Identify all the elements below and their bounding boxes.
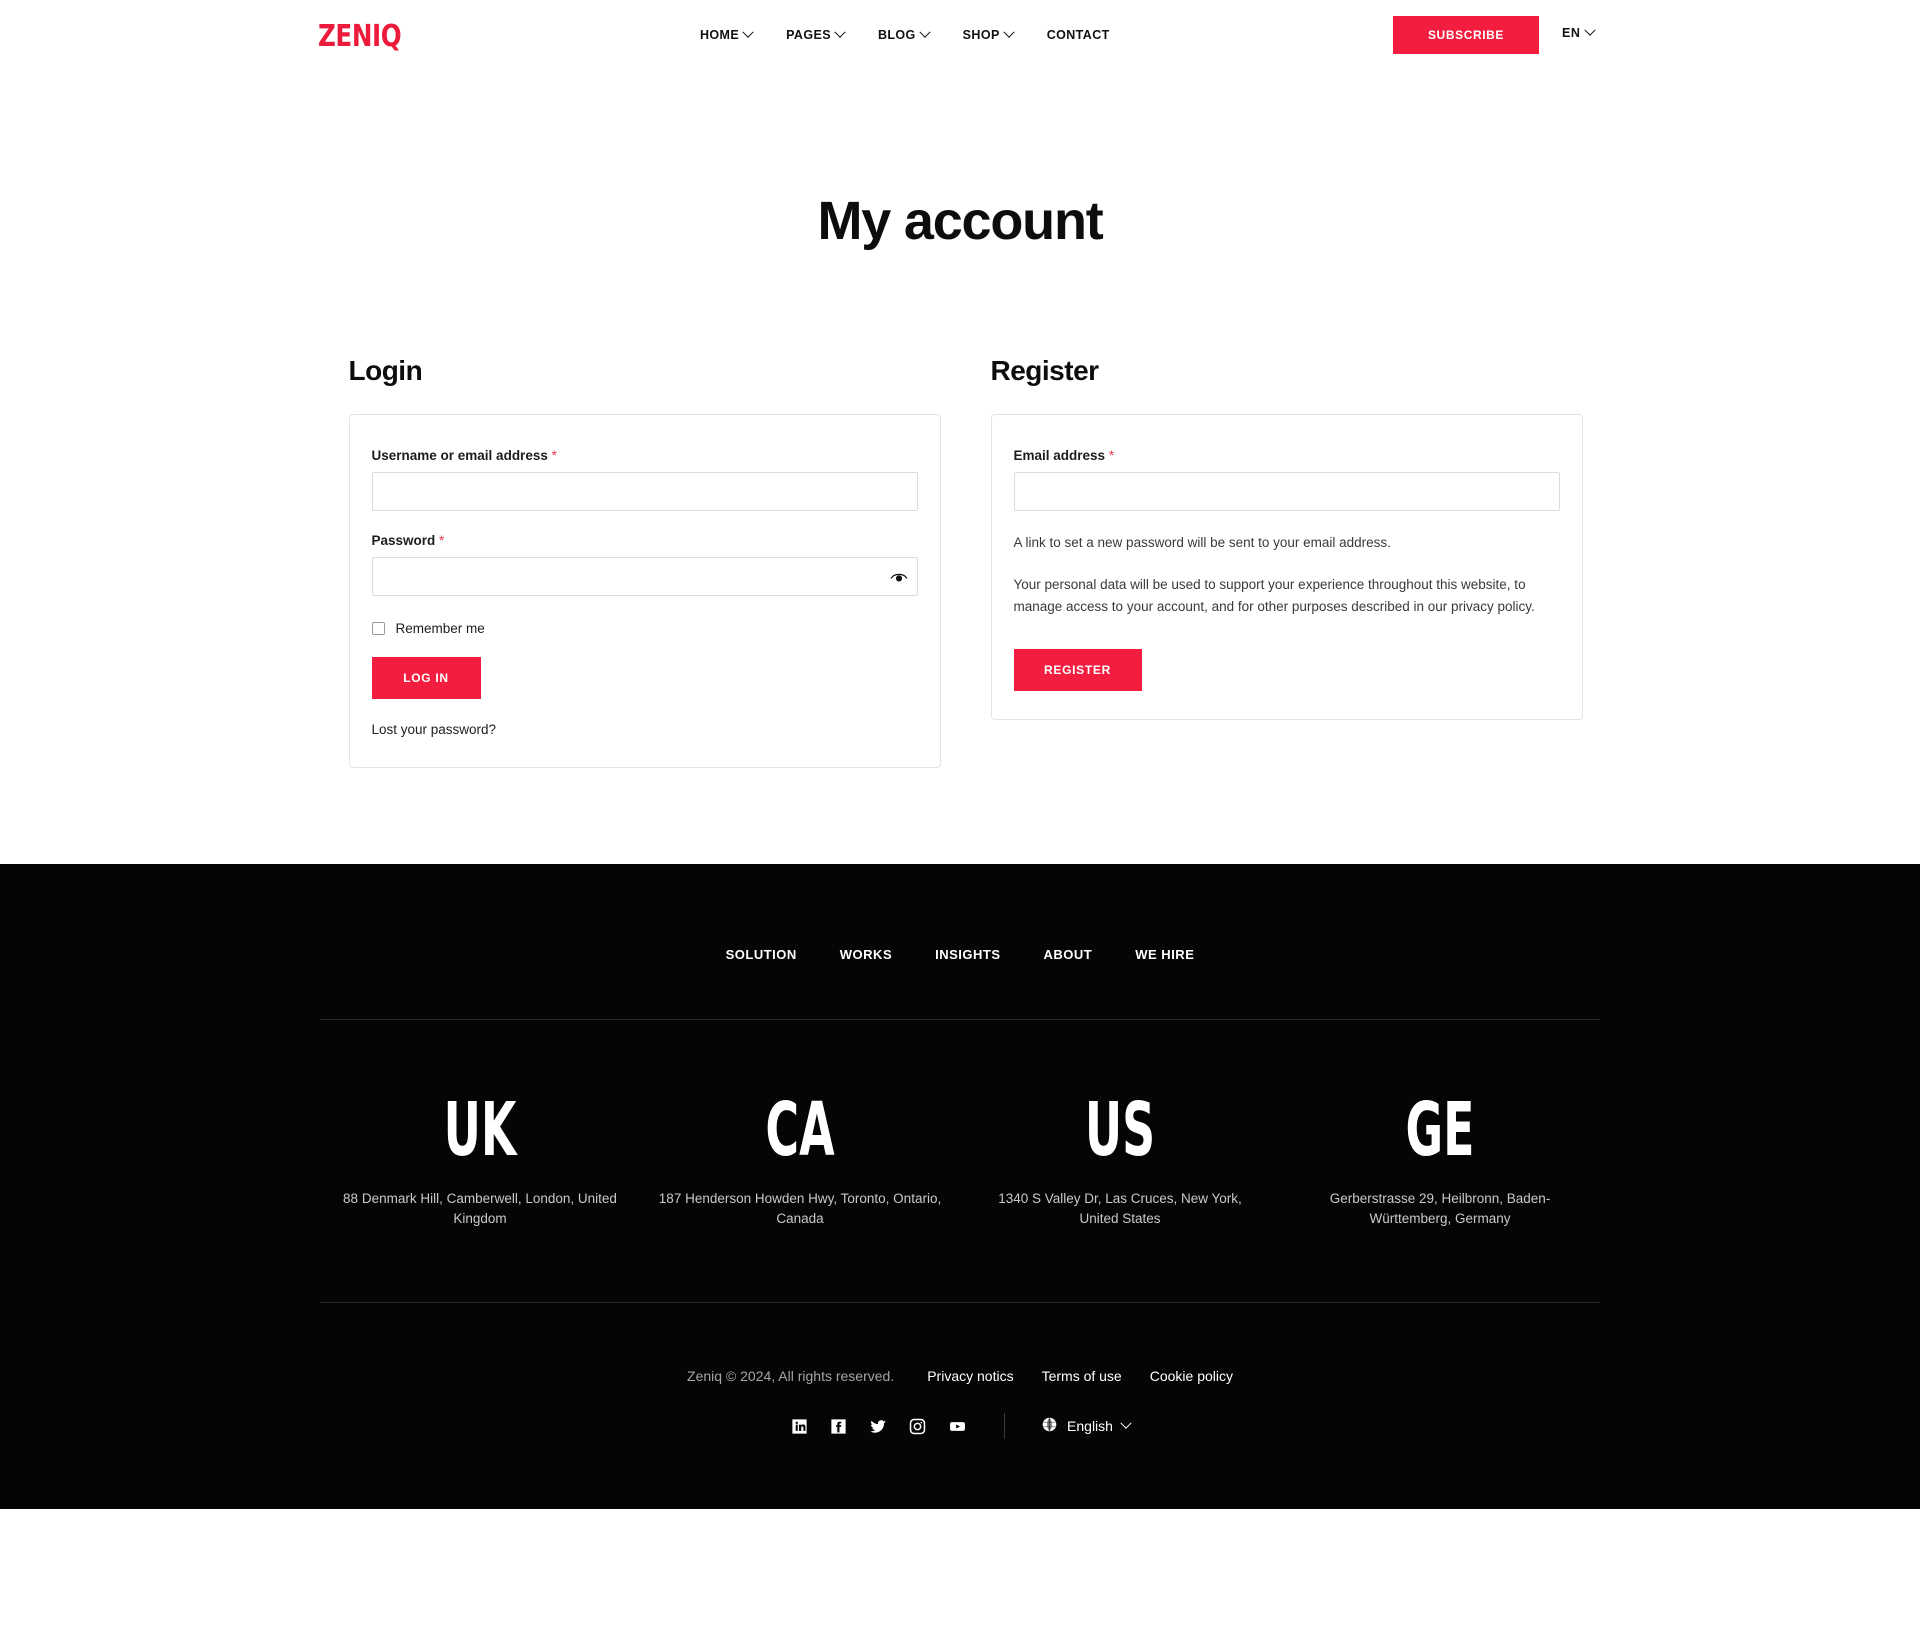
nav-item-contact[interactable]: CONTACT (1047, 28, 1110, 42)
username-label: Username or email address * (372, 448, 918, 463)
required-asterisk: * (551, 448, 557, 463)
login-button[interactable]: LOG IN (371, 657, 481, 699)
footer-nav-insights[interactable]: INSIGHTS (935, 947, 1000, 962)
register-column: Register Email address * A link to set a… (990, 355, 1583, 768)
required-asterisk: * (1108, 448, 1115, 463)
register-heading: Register (990, 355, 1100, 386)
email-field-group: Email address * (1013, 448, 1560, 511)
register-button[interactable]: REGISTER (1013, 648, 1142, 691)
social-language-separator (1004, 1413, 1006, 1440)
chevron-down-icon (919, 26, 931, 38)
youtube-icon[interactable] (947, 1417, 968, 1436)
nav-label-pages: PAGES (786, 28, 831, 42)
password-input[interactable] (371, 557, 918, 596)
email-label: Email address * (1014, 448, 1560, 463)
copyright-row: Zeniq © 2024, All rights reserved. Priva… (320, 1303, 1600, 1384)
cookie-policy-link[interactable]: Cookie policy (1150, 1368, 1233, 1384)
chevron-down-icon (834, 26, 846, 38)
username-input[interactable] (371, 472, 918, 511)
account-columns: Login Username or email address * Passwo… (338, 355, 1583, 768)
password-field-group: Password * (371, 533, 918, 596)
chevron-down-icon (1003, 26, 1015, 38)
footer-language-label: English (1067, 1418, 1113, 1435)
office-item: CA 187 Henderson Howden Hwy, Toronto, On… (640, 1087, 960, 1228)
site-header: ZENIQ HOME PAGES BLOG SHOP CONTACT SUBSC… (0, 0, 1920, 80)
remember-me-row: Remember me (371, 621, 918, 636)
office-item: UK 88 Denmark Hill, Camberwell, London, … (320, 1087, 640, 1228)
username-field-group: Username or email address * (371, 448, 918, 511)
nav-item-shop[interactable]: SHOP (962, 26, 1047, 42)
subscribe-button[interactable]: SUBSCRIBE (1393, 16, 1539, 54)
office-address-uk: 88 Denmark Hill, Camberwell, London, Uni… (343, 1191, 617, 1226)
office-code-uk: UK (443, 1087, 517, 1173)
lost-password-link[interactable]: Lost your password? (372, 722, 918, 737)
nav-label-shop: SHOP (962, 28, 1000, 42)
password-label: Password * (372, 533, 918, 548)
register-note: A link to set a new password will be sen… (1013, 535, 1391, 550)
chevron-down-icon (1584, 24, 1597, 36)
login-heading: Login (348, 355, 423, 386)
office-address-ca: 187 Henderson Howden Hwy, Toronto, Ontar… (658, 1191, 942, 1226)
office-code-ge: GE (1405, 1087, 1475, 1173)
header-language-label: EN (1562, 26, 1581, 40)
linkedin-icon[interactable] (790, 1417, 809, 1436)
facebook-icon[interactable] (829, 1417, 848, 1436)
show-password-eye-icon[interactable] (889, 571, 908, 583)
chevron-down-icon (742, 26, 754, 38)
footer-nav-about[interactable]: ABOUT (1044, 947, 1093, 962)
office-code-us: US (1084, 1087, 1156, 1173)
footer-nav-works[interactable]: WORKS (840, 947, 892, 962)
office-address-us: 1340 S Valley Dr, Las Cruces, New York, … (998, 1191, 1242, 1226)
nav-item-blog[interactable]: BLOG (877, 26, 963, 42)
site-logo[interactable]: ZENIQ (318, 22, 402, 52)
social-row: English (320, 1413, 1600, 1440)
footer-nav-we-hire[interactable]: WE HIRE (1135, 947, 1194, 962)
nav-label-blog: BLOG (877, 28, 916, 42)
office-code-ca: CA (765, 1087, 835, 1173)
email-input[interactable] (1013, 472, 1560, 511)
password-label-text: Password (371, 533, 436, 548)
register-card: Email address * A link to set a new pass… (990, 414, 1583, 720)
register-privacy-text: Your personal data will be used to suppo… (1013, 577, 1535, 615)
globe-icon (1041, 1416, 1058, 1436)
office-list: UK 88 Denmark Hill, Camberwell, London, … (320, 1020, 1600, 1228)
office-item: GE Gerberstrasse 29, Heilbronn, Baden-Wü… (1280, 1087, 1600, 1228)
password-input-wrap (371, 557, 918, 596)
footer-navigation: SOLUTION WORKS INSIGHTS ABOUT WE HIRE (320, 864, 1600, 962)
header-language-switch[interactable]: EN (1562, 24, 1597, 40)
site-footer: SOLUTION WORKS INSIGHTS ABOUT WE HIRE UK… (0, 864, 1920, 1510)
footer-language-switch[interactable]: English (1041, 1416, 1132, 1436)
privacy-notice-link[interactable]: Privacy notics (927, 1368, 1013, 1384)
chevron-down-icon (1120, 1417, 1132, 1430)
remember-me-label[interactable]: Remember me (396, 621, 485, 636)
footer-inner: SOLUTION WORKS INSIGHTS ABOUT WE HIRE UK… (320, 864, 1600, 1440)
footer-nav-solution[interactable]: SOLUTION (726, 947, 797, 962)
nav-label-contact: CONTACT (1046, 28, 1110, 42)
terms-of-use-link[interactable]: Terms of use (1042, 1368, 1122, 1384)
copyright-text: Zeniq © 2024, All rights reserved. (687, 1368, 895, 1385)
username-label-text: Username or email address (371, 448, 548, 463)
nav-label-home: HOME (700, 28, 740, 42)
required-asterisk: * (439, 533, 445, 548)
login-column: Login Username or email address * Passwo… (348, 355, 941, 768)
email-label-text: Email address (1013, 448, 1106, 463)
page-title: My account (817, 191, 1103, 251)
main-navigation: HOME PAGES BLOG SHOP CONTACT (700, 26, 1110, 42)
instagram-icon[interactable] (908, 1417, 927, 1436)
office-address-ge: Gerberstrasse 29, Heilbronn, Baden-Württ… (1329, 1191, 1551, 1226)
page-root: ZENIQ HOME PAGES BLOG SHOP CONTACT SUBSC… (0, 0, 1920, 1510)
office-item: US 1340 S Valley Dr, Las Cruces, New Yor… (960, 1087, 1280, 1228)
nav-item-pages[interactable]: PAGES (786, 26, 878, 42)
login-card: Username or email address * Password * R… (348, 414, 941, 768)
nav-item-home[interactable]: HOME (700, 26, 786, 42)
remember-me-checkbox[interactable] (371, 622, 385, 635)
twitter-icon[interactable] (868, 1417, 888, 1436)
